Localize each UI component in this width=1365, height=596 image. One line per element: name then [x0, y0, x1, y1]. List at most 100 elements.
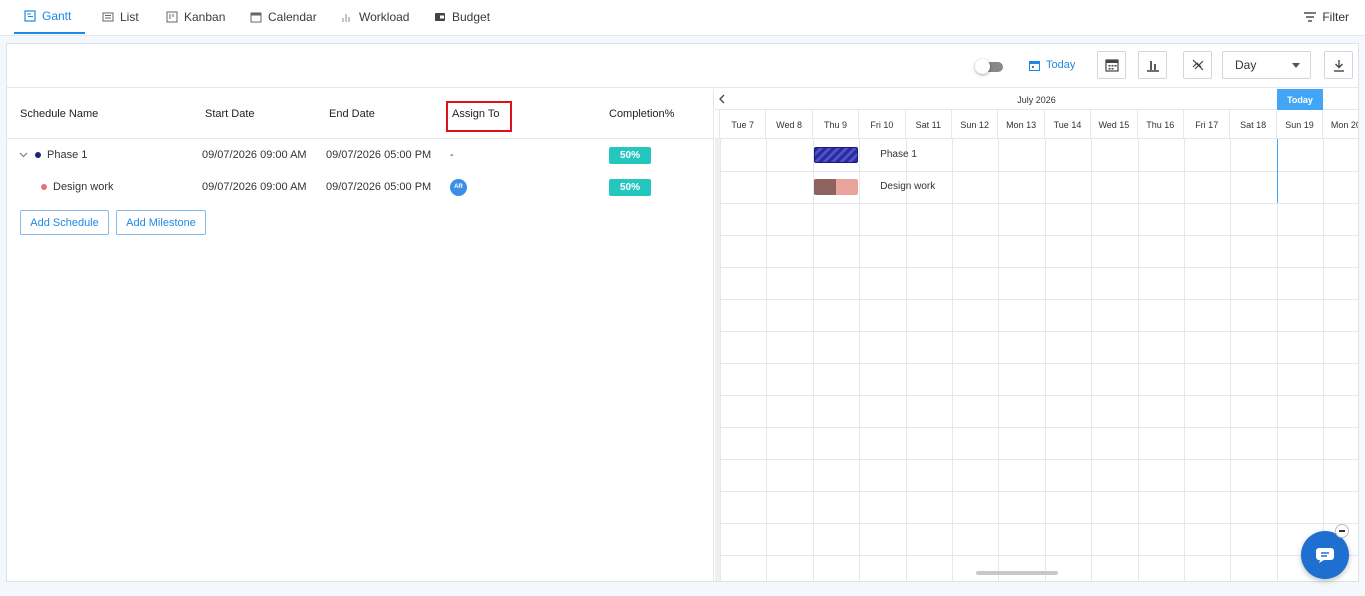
completion-badge: 50% [609, 178, 651, 196]
day-header-cell: Thu 16 [1138, 110, 1184, 139]
grid-row-line [715, 299, 1358, 300]
table-row[interactable]: Phase 1 09/07/2026 09:00 AM 09/07/2026 0… [7, 139, 714, 171]
table-row[interactable]: Design work 09/07/2026 09:00 AM 09/07/20… [7, 171, 714, 203]
tab-budget[interactable]: Budget [434, 0, 490, 34]
filter-label: Filter [1322, 10, 1349, 24]
bar-label: Phase 1 [880, 149, 917, 160]
assign-cell[interactable]: - [450, 139, 454, 171]
grid-row-line [715, 395, 1358, 396]
toggle-knob [975, 59, 990, 74]
month-header: July 2026 Today [715, 89, 1358, 110]
calendar-button[interactable] [1097, 51, 1126, 79]
today-label: Today [1046, 59, 1076, 71]
schedule-name-cell: Phase 1 [35, 139, 87, 171]
tab-calendar-label: Calendar [268, 10, 317, 24]
start-date-cell: 09/07/2026 09:00 AM [202, 181, 307, 193]
column-completion[interactable]: Completion% [609, 89, 674, 139]
chat-icon [1316, 547, 1334, 563]
calendar-icon [250, 12, 262, 23]
completion-cell: 50% [609, 139, 651, 171]
grid-row-line [715, 491, 1358, 492]
kanban-icon [166, 11, 178, 23]
grid-row-line [715, 523, 1358, 524]
tab-workload[interactable]: Workload [341, 0, 409, 34]
tab-workload-label: Workload [359, 10, 410, 24]
today-button[interactable]: Today [1029, 56, 1075, 74]
phase-bar[interactable] [813, 147, 859, 163]
completion-cell: 50% [609, 171, 651, 203]
tab-budget-label: Budget [452, 10, 491, 24]
grid-column-line [1276, 139, 1278, 581]
horizontal-scrollbar[interactable] [976, 571, 1058, 575]
schedule-name-cell: Design work [41, 171, 114, 203]
export-button[interactable] [1324, 51, 1353, 79]
day-header-cell: Mon 13 [998, 110, 1045, 139]
end-date-cell: 09/07/2026 05:00 PM [326, 181, 432, 193]
gantt-panel: Today Day Schedule Name Start Date End D… [6, 43, 1359, 582]
task-bar[interactable] [813, 179, 859, 195]
grid-row-line [715, 363, 1358, 364]
tab-gantt-label: Gantt [42, 9, 72, 23]
grid-column-line [1323, 139, 1325, 581]
tab-kanban[interactable]: Kanban [166, 0, 225, 34]
today-line [1276, 139, 1278, 203]
month-label: July 2026 [1017, 94, 1056, 105]
end-date-cell: 09/07/2026 05:00 PM [326, 149, 432, 161]
day-header-cell: Fri 17 [1184, 110, 1231, 139]
tab-list-label: List [120, 10, 139, 24]
grid-column-line [1184, 139, 1185, 581]
grid-row-line [715, 459, 1358, 460]
workload-icon [342, 14, 350, 22]
grid-column-line [720, 139, 721, 581]
chat-widget-button[interactable] [1301, 531, 1349, 579]
assign-cell[interactable]: AR [450, 171, 467, 203]
grid-column-line [905, 139, 907, 581]
avatar[interactable]: AR [450, 178, 467, 196]
list-icon [102, 12, 114, 22]
bar-chart-icon [1146, 61, 1159, 72]
column-start-date[interactable]: Start Date [205, 89, 255, 139]
hide-dependencies-button[interactable] [1183, 51, 1212, 79]
day-header-cell: Sat 11 [906, 110, 952, 139]
add-schedule-button[interactable]: Add Schedule [20, 210, 109, 235]
today-marker: Today [1276, 89, 1324, 110]
column-end-date[interactable]: End Date [329, 89, 375, 139]
timeline-edge [715, 139, 720, 581]
completion-badge: 50% [609, 146, 651, 164]
grid-column-line [1230, 139, 1232, 581]
minus-icon [1339, 530, 1345, 532]
day-header-cell: Fri 10 [859, 110, 906, 139]
calendar-icon [1104, 59, 1119, 72]
tab-list[interactable]: List [102, 0, 139, 34]
filter-icon [1304, 12, 1317, 22]
day-header-cell: Sat 18 [1230, 110, 1277, 139]
column-schedule-name[interactable]: Schedule Name [20, 89, 98, 139]
minimize-chat-button[interactable] [1335, 524, 1349, 538]
schedule-name: Design work [53, 181, 114, 193]
day-header-cell: Wed 8 [766, 110, 813, 139]
gantt-icon [24, 10, 36, 22]
expand-toggle[interactable] [19, 139, 28, 171]
schedule-name: Phase 1 [47, 149, 88, 161]
zoom-level-select[interactable]: Day [1222, 51, 1311, 79]
grid-column-line [812, 139, 814, 581]
tab-calendar[interactable]: Calendar [250, 0, 317, 34]
day-header-cell: Tue 14 [1045, 110, 1092, 139]
day-header-cell: Sun 19 [1277, 110, 1324, 139]
filter-button[interactable]: Filter [1304, 0, 1349, 34]
add-milestone-button[interactable]: Add Milestone [116, 210, 206, 235]
schedule-grid: Schedule Name Start Date End Date Assign… [7, 89, 714, 581]
critical-path-button[interactable] [1138, 51, 1167, 79]
phase-dot [35, 152, 41, 158]
grid-column-line [998, 139, 1000, 581]
tab-gantt[interactable]: Gantt [14, 0, 85, 34]
day-header-cell: Mon 20 [1323, 110, 1358, 139]
bar-label: Design work [880, 181, 936, 192]
download-icon [1333, 59, 1344, 72]
grid-row-line [715, 555, 1358, 556]
grid-column-line [952, 139, 953, 581]
view-toggle[interactable] [975, 59, 1005, 74]
grid-row-line [715, 427, 1358, 428]
task-dot [41, 184, 47, 190]
gantt-toolbar: Today Day [7, 44, 1358, 88]
